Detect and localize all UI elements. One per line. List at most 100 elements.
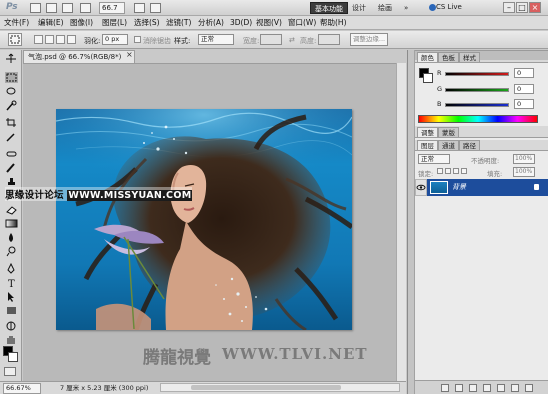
tab-channels[interactable]: 通道 [438,140,459,150]
bridge-icon[interactable] [30,3,41,13]
blur-tool-icon[interactable] [5,232,18,243]
delete-layer-icon[interactable] [525,384,533,392]
maximize-button[interactable]: □ [516,2,528,13]
3d-rotate-tool-icon[interactable] [5,320,18,331]
healing-brush-tool-icon[interactable] [5,148,18,159]
fill-input[interactable]: 100% [513,167,535,177]
color-panel-background-swatch[interactable] [423,73,433,83]
document-tab[interactable]: 气泡.psd @ 66.7%(RGB/8*) [23,50,135,63]
subtract-selection-icon[interactable] [56,35,65,44]
document-image[interactable] [56,109,352,330]
pen-tool-icon[interactable] [5,262,18,274]
type-tool-icon[interactable]: T [5,277,18,290]
menu-analysis[interactable]: 分析(A) [198,17,224,29]
vertical-scrollbar[interactable] [396,63,406,381]
layer-row-background[interactable]: 背景 [427,179,548,196]
horizontal-scrollbar[interactable] [160,383,400,392]
arrange-documents-icon[interactable] [134,3,145,13]
menu-filter[interactable]: 滤镜(T) [166,17,191,29]
lock-position-icon[interactable] [453,168,459,174]
tab-layers[interactable]: 图层 [417,140,438,150]
tab-swatches[interactable]: 色板 [438,52,459,62]
channel-g-slider[interactable] [445,88,509,92]
color-spectrum-bar[interactable] [418,115,538,123]
channel-r-input[interactable]: 0 [514,68,534,78]
layer-visibility-toggle[interactable] [415,179,427,196]
quick-mask-icon[interactable] [4,367,16,376]
eyedropper-tool-icon[interactable] [5,131,18,142]
layer-name[interactable]: 背景 [452,181,466,193]
new-group-icon[interactable] [497,384,505,392]
eraser-tool-icon[interactable] [5,204,18,215]
add-mask-icon[interactable] [469,384,477,392]
workspace-painting-button[interactable]: 绘画 [374,2,396,14]
menu-help[interactable]: 帮助(H) [320,17,347,29]
add-selection-icon[interactable] [45,35,54,44]
background-color-swatch[interactable] [8,352,18,362]
menu-select[interactable]: 选择(S) [134,17,160,29]
tab-adjustments[interactable]: 调整 [417,127,438,137]
workspace-design-button[interactable]: 设计 [348,2,370,14]
blend-mode-select[interactable]: 正常 [418,154,450,164]
hand-tool-icon[interactable] [5,334,18,345]
move-tool-icon[interactable] [5,53,18,64]
gradient-tool-icon[interactable] [5,218,18,229]
antialias-checkbox[interactable] [134,36,141,43]
menu-3d[interactable]: 3D(D) [230,17,252,29]
swap-dimensions-icon[interactable]: ⇄ [289,36,295,44]
dodge-tool-icon[interactable] [5,246,18,257]
zoom-level-field[interactable]: 66.7 [99,2,125,14]
workspace-more-button[interactable]: » [400,2,412,14]
tool-preset-picker[interactable] [8,33,22,46]
link-layers-icon[interactable] [441,384,449,392]
feather-input[interactable]: 0 px [102,34,128,45]
channel-b-input[interactable]: 0 [514,99,534,109]
menu-edit[interactable]: 编辑(E) [38,17,64,29]
style-select[interactable]: 正常 [198,34,234,45]
tab-styles[interactable]: 样式 [459,52,480,62]
mini-bridge-icon[interactable] [46,3,57,13]
tab-paths[interactable]: 路径 [459,140,480,150]
channel-b-slider[interactable] [445,103,509,107]
cs-live-icon[interactable] [429,4,436,11]
brush-tool-icon[interactable] [5,162,18,173]
clone-stamp-tool-icon[interactable] [5,176,18,187]
menu-file[interactable]: 文件(F) [4,17,29,29]
view-extras-icon[interactable] [62,3,73,13]
status-zoom-field[interactable]: 66.67% [3,383,41,394]
layer-style-icon[interactable] [455,384,463,392]
close-button[interactable]: × [529,2,541,13]
channel-g-input[interactable]: 0 [514,84,534,94]
panel-dock-strip[interactable] [407,50,415,394]
channel-r-slider[interactable] [445,72,509,76]
cs-live-button[interactable]: CS Live [436,3,462,11]
shape-tool-icon[interactable] [5,305,18,316]
menu-window[interactable]: 窗口(W) [288,17,316,29]
lock-all-icon[interactable] [461,168,467,174]
menu-view[interactable]: 视图(V) [256,17,282,29]
lock-image-icon[interactable] [445,168,451,174]
adjustment-layer-icon[interactable] [483,384,491,392]
lasso-tool-icon[interactable] [5,86,18,97]
menu-layer[interactable]: 图层(L) [102,17,127,29]
quick-selection-tool-icon[interactable] [5,100,18,111]
intersect-selection-icon[interactable] [67,35,76,44]
status-document-info[interactable]: 7 厘米 x 5.23 厘米 (300 ppi) [60,382,148,394]
menu-image[interactable]: 图像(I) [70,17,93,29]
refine-edge-button[interactable]: 调整边缘... [350,33,388,46]
height-input[interactable] [318,34,340,45]
opacity-input[interactable]: 100% [513,154,535,164]
screen-mode-icon[interactable] [150,3,161,13]
tab-masks[interactable]: 蒙版 [438,127,459,137]
new-selection-icon[interactable] [34,35,43,44]
horizontal-scroll-thumb[interactable] [191,385,341,390]
document-tab-close-icon[interactable]: × [126,50,133,59]
path-selection-tool-icon[interactable] [5,291,18,302]
lock-transparent-icon[interactable] [437,168,443,174]
hand-tool-icon[interactable] [80,3,91,13]
rectangular-marquee-tool-icon[interactable] [5,72,18,83]
tab-color[interactable]: 颜色 [417,52,438,62]
workspace-essentials-button[interactable]: 基本功能 [310,2,348,14]
new-layer-icon[interactable] [511,384,519,392]
width-input[interactable] [260,34,282,45]
